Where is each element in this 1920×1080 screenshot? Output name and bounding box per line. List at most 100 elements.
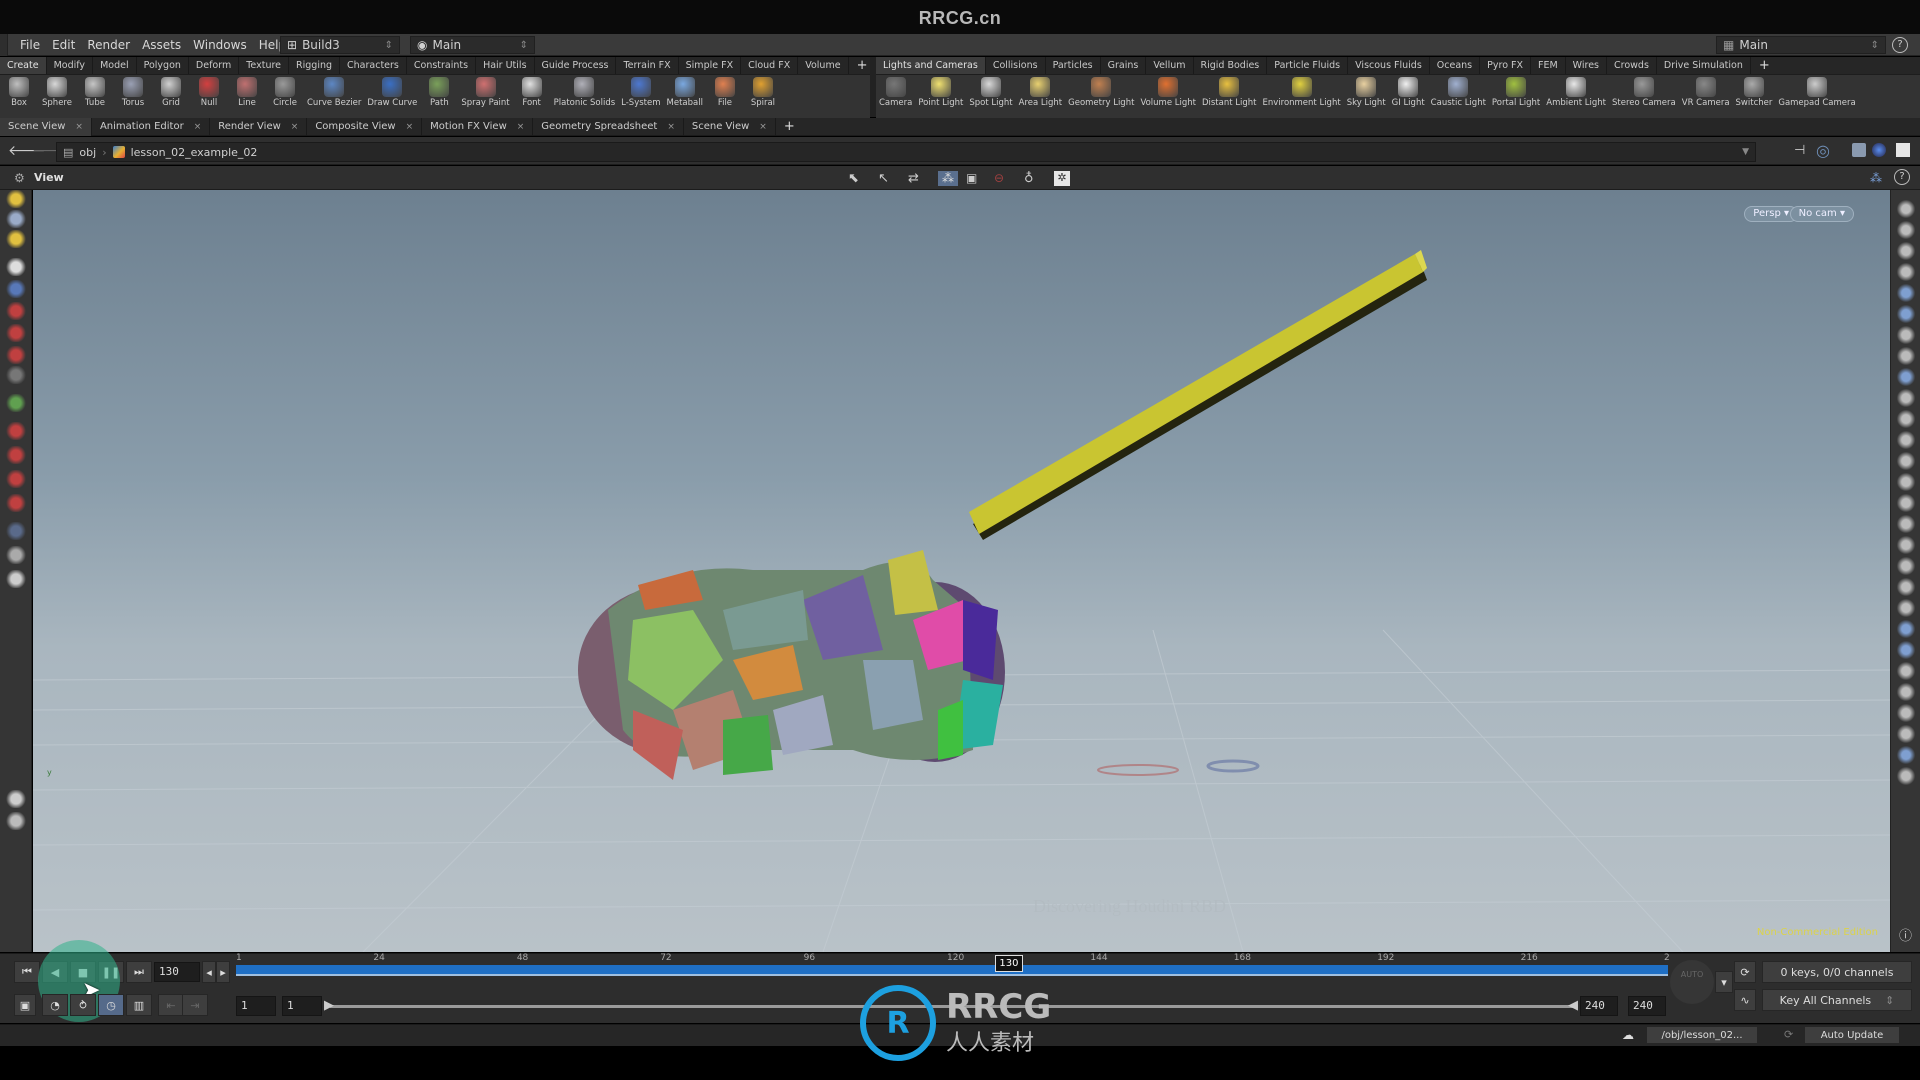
select-mode-icon[interactable]: ⬉ (848, 171, 870, 186)
shelf-tool-path[interactable]: Path (420, 77, 458, 116)
shelf-tool-volume-light[interactable]: Volume Light (1137, 77, 1199, 116)
step-forward-button[interactable]: ▸ (216, 961, 230, 983)
shelf-tab-crowds[interactable]: Crowds (1607, 57, 1657, 74)
shelf-tool-draw-curve[interactable]: Draw Curve (364, 77, 420, 116)
close-icon[interactable]: × (667, 118, 675, 136)
link-icon[interactable]: ◎ (1816, 141, 1830, 160)
display-option-17-icon[interactable] (1895, 557, 1917, 575)
settings-icon[interactable]: ✲ (1054, 171, 1070, 186)
render-region-icon[interactable]: ▣ (966, 171, 986, 186)
timeline-bar[interactable] (236, 965, 1668, 976)
shelf-tool-spiral[interactable]: Spiral (744, 77, 782, 116)
view-tool-icon[interactable] (5, 190, 27, 208)
update-mode[interactable]: Auto Update (1804, 1026, 1900, 1044)
shelf-tab-deform[interactable]: Deform (189, 57, 240, 74)
display-option-8-icon[interactable] (1895, 368, 1917, 386)
status-path[interactable]: /obj/lesson_02... (1646, 1026, 1758, 1044)
auto-key-button[interactable]: AUTO (1670, 960, 1714, 1004)
shelf-tab-volume[interactable]: Volume (798, 57, 849, 74)
display-option-21-icon[interactable] (1895, 641, 1917, 659)
shelf-tool-platonic-solids[interactable]: Platonic Solids (551, 77, 619, 116)
display-option-15-icon[interactable] (1895, 515, 1917, 533)
range-start2-field[interactable]: 1 (282, 996, 322, 1016)
current-frame-field[interactable]: 130 (154, 962, 200, 982)
display-option-5-icon[interactable] (1895, 305, 1917, 323)
display-options-icon[interactable] (5, 790, 27, 808)
shelf-tool-area-light[interactable]: Area Light (1016, 77, 1065, 116)
auto-key-dropdown[interactable]: ▾ (1715, 971, 1733, 993)
shelf-tab-characters[interactable]: Characters (340, 57, 407, 74)
cube-icon[interactable] (1852, 143, 1866, 157)
keyframe-icon[interactable]: ⟳ (1734, 961, 1756, 983)
snap-grid-icon[interactable] (5, 422, 27, 440)
shelf-tab-vellum[interactable]: Vellum (1146, 57, 1194, 74)
display-option-23-icon[interactable] (1895, 683, 1917, 701)
shelf-tool-box[interactable]: Box (0, 77, 38, 116)
pane-tab-scene-view[interactable]: Scene View × (684, 117, 776, 136)
path-node[interactable]: lesson_02_example_02 (131, 146, 258, 159)
step-back-button[interactable]: ◂ (202, 961, 216, 983)
shelf-tool-ambient-light[interactable]: Ambient Light (1543, 77, 1609, 116)
pane-tab-motion-fx-view[interactable]: Motion FX View × (422, 117, 534, 136)
shelf-tool-switcher[interactable]: Switcher (1733, 77, 1776, 116)
display-option-12-icon[interactable] (1895, 452, 1917, 470)
display-option-10-icon[interactable] (1895, 410, 1917, 428)
shelf-tool-point-light[interactable]: Point Light (915, 77, 966, 116)
shelf-tab-simple-fx[interactable]: Simple FX (679, 57, 742, 74)
shelf-tab-pyro-fx[interactable]: Pyro FX (1480, 57, 1531, 74)
range-end-handle[interactable]: ◀ (1568, 998, 1578, 1013)
shelf-tool-font[interactable]: Font (513, 77, 551, 116)
display-option-0-icon[interactable] (1895, 200, 1917, 218)
shelf-tool-tube[interactable]: Tube (76, 77, 114, 116)
camera-tool-icon[interactable] (5, 522, 27, 540)
3d-viewport[interactable]: y Persp ▾ No cam ▾ Discovering Houdini R… (33, 190, 1890, 952)
display-option-1-icon[interactable] (1895, 221, 1917, 239)
network-path[interactable]: ▤ obj › lesson_02_example_02 ▼ (56, 142, 1756, 162)
prev-key-button[interactable]: ⇤ (158, 994, 184, 1016)
shelf-tab-rigid-bodies[interactable]: Rigid Bodies (1194, 57, 1268, 74)
display-option-18-icon[interactable] (1895, 578, 1917, 596)
shelf-tool-metaball[interactable]: Metaball (664, 77, 706, 116)
close-icon[interactable]: × (406, 118, 414, 136)
shelf-tab-modify[interactable]: Modify (47, 57, 94, 74)
path-root[interactable]: obj (79, 146, 96, 159)
display-option-4-icon[interactable] (1895, 284, 1917, 302)
menu-windows[interactable]: Windows (187, 38, 253, 52)
shelf-tool-portal-light[interactable]: Portal Light (1489, 77, 1543, 116)
shelf-tool-sphere[interactable]: Sphere (38, 77, 76, 116)
transform-mode-icon[interactable]: ↖ (878, 171, 900, 186)
view-help-icon[interactable]: ? (1894, 169, 1910, 185)
shelf-tool-gi-light[interactable]: GI Light (1389, 77, 1428, 116)
display-option-9-icon[interactable] (1895, 389, 1917, 407)
display-option-3-icon[interactable] (1895, 263, 1917, 281)
jump-start-button[interactable]: ⏮ (14, 961, 40, 983)
display-icon[interactable] (1896, 143, 1910, 157)
add-pane-tab-icon[interactable]: + (776, 119, 803, 134)
shelf-tab-model[interactable]: Model (93, 57, 137, 74)
camera-menu[interactable]: No cam ▾ (1789, 206, 1854, 222)
rotate-icon[interactable] (5, 324, 27, 342)
desktop-select[interactable]: ⊞ Build3 ⇕ (280, 36, 400, 54)
step-frames-button[interactable]: ▥ (126, 994, 152, 1016)
shelf-tool-spray-paint[interactable]: Spray Paint (458, 77, 512, 116)
pin-icon[interactable]: ⊣ (1794, 143, 1805, 158)
shelf-tab-lights-and-cameras[interactable]: Lights and Cameras (876, 57, 986, 74)
shelf-tool-torus[interactable]: Torus (114, 77, 152, 116)
shelf-tool-curve-bezier[interactable]: Curve Bezier (304, 77, 364, 116)
pane-tab-scene-view[interactable]: Scene View × (0, 117, 92, 136)
shelf-tool-l-system[interactable]: L-System (618, 77, 663, 116)
display-option-25-icon[interactable] (1895, 725, 1917, 743)
info-icon[interactable]: ⓘ (1899, 925, 1912, 944)
shelf-tool-camera[interactable]: Camera (876, 77, 915, 116)
menu-file[interactable]: File (14, 38, 46, 52)
jump-end-button[interactable]: ⏭ (126, 961, 152, 983)
current-frame-marker[interactable]: 130 (994, 955, 1023, 972)
realtime-button[interactable]: ◷ (98, 994, 124, 1016)
shelf-tool-distant-light[interactable]: Distant Light (1199, 77, 1260, 116)
display-option-14-icon[interactable] (1895, 494, 1917, 512)
fractured-tube[interactable] (578, 550, 1005, 780)
light-tool-icon[interactable] (5, 570, 27, 588)
scale-icon[interactable] (5, 346, 27, 364)
close-icon[interactable]: × (194, 118, 202, 136)
context-select[interactable]: ◉ Main ⇕ (410, 36, 535, 54)
